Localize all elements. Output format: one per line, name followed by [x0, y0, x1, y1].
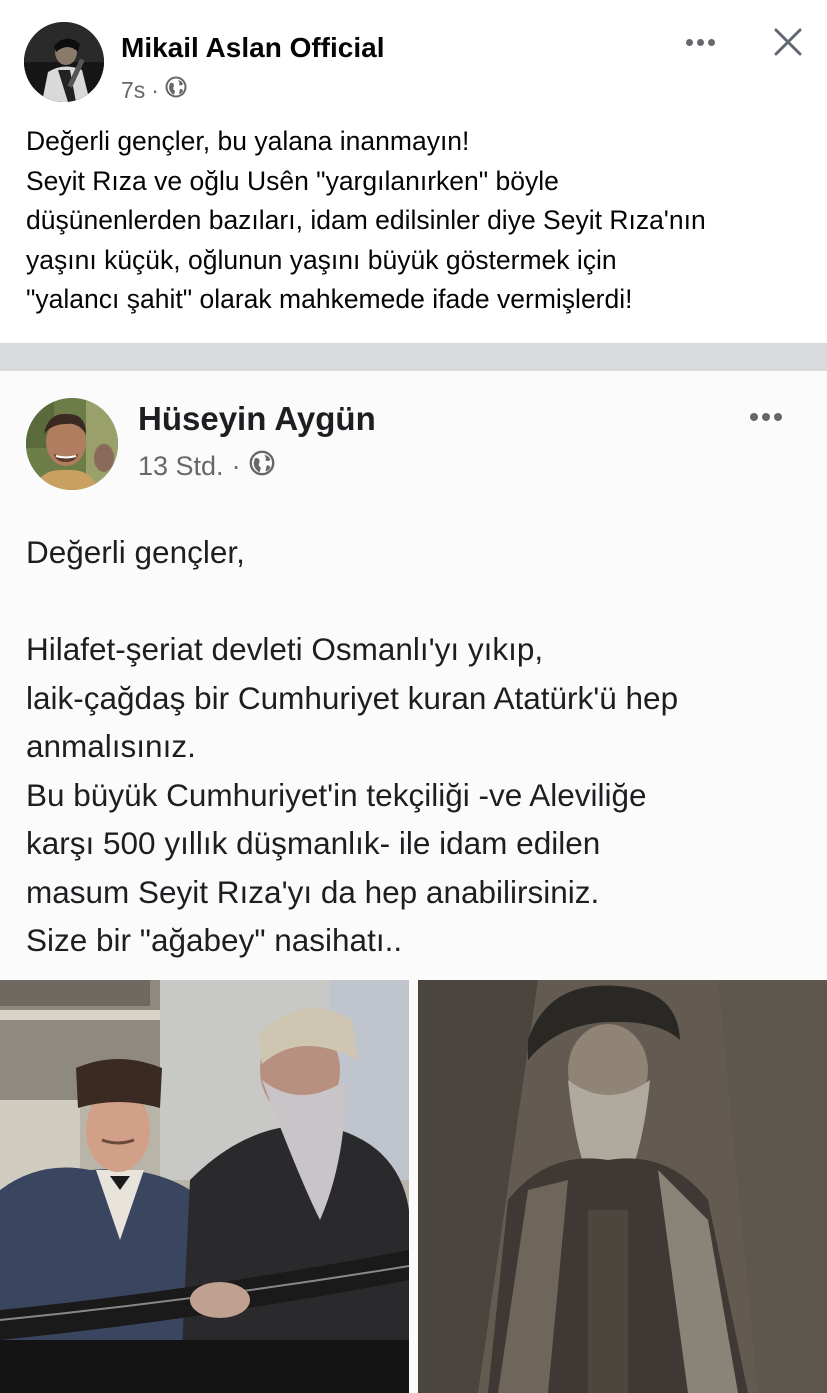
- meta-separator: ·: [151, 76, 159, 103]
- author-name[interactable]: Mikail Aslan Official: [121, 32, 384, 64]
- shared-text-line: masum Seyit Rıza'yı da hep anabilirsiniz…: [26, 873, 600, 910]
- post-meta: 7s ·: [121, 76, 187, 104]
- more-options-icon: [744, 402, 788, 432]
- shared-text-line: anmalısınız.: [26, 728, 196, 764]
- shared-text-line: Değerli gençler,: [26, 534, 245, 570]
- shared-author-name: Hüseyin Aygün: [138, 400, 376, 437]
- photo-bearded-man-sepia: [418, 980, 827, 1393]
- globe-icon: [249, 450, 275, 483]
- shared-text-line: [26, 577, 816, 626]
- post-text-line: Seyit Rıza ve oğlu Usên "yargılanırken" …: [26, 165, 559, 196]
- photo-two-men-colorized: [0, 980, 409, 1393]
- shared-text-line: laik-çağdaş bir Cumhuriyet kuran Atatürk…: [26, 679, 679, 716]
- post-text-line: "yalancı şahit" olarak mahkemede ifade v…: [26, 284, 633, 314]
- shared-post-text: Değerli gençler, Hilafet-şeriat devleti …: [26, 528, 816, 965]
- shared-text-line: karşı 500 yıllık düşmanlık- ile idam edi…: [26, 825, 601, 861]
- shared-text-line: Bu büyük Cumhuriyet'in tekçiliği -ve Ale…: [26, 776, 647, 813]
- post-header: Mikail Aslan Official 7s ·: [0, 0, 827, 110]
- more-options-icon[interactable]: [682, 28, 718, 56]
- post-text-line: düşünenlerden bazıları, idam edilsinler …: [26, 205, 706, 235]
- shared-post-meta: 13 Std. ·: [138, 450, 275, 483]
- post-text: Değerli gençler, bu yalana inanmayın! Se…: [26, 122, 816, 320]
- shared-text-line: Hilafet-şeriat devleti Osmanlı'yı yıkıp,: [26, 631, 544, 667]
- meta-separator: ·: [231, 451, 241, 481]
- globe-icon: [165, 76, 187, 104]
- shared-post-time: 13 Std.: [138, 451, 224, 481]
- shared-text-line: Size bir "ağabey" nasihatı..: [26, 922, 403, 958]
- post-time[interactable]: 7s: [121, 77, 145, 104]
- close-icon[interactable]: [768, 22, 808, 62]
- post-text-line: Değerli gençler, bu yalana inanmayın!: [26, 126, 470, 156]
- section-divider: [0, 343, 827, 371]
- shared-author-avatar: [26, 398, 118, 490]
- author-avatar[interactable]: [24, 22, 104, 102]
- post-text-line: yaşını küçük, oğlunun yaşını büyük göste…: [26, 244, 617, 275]
